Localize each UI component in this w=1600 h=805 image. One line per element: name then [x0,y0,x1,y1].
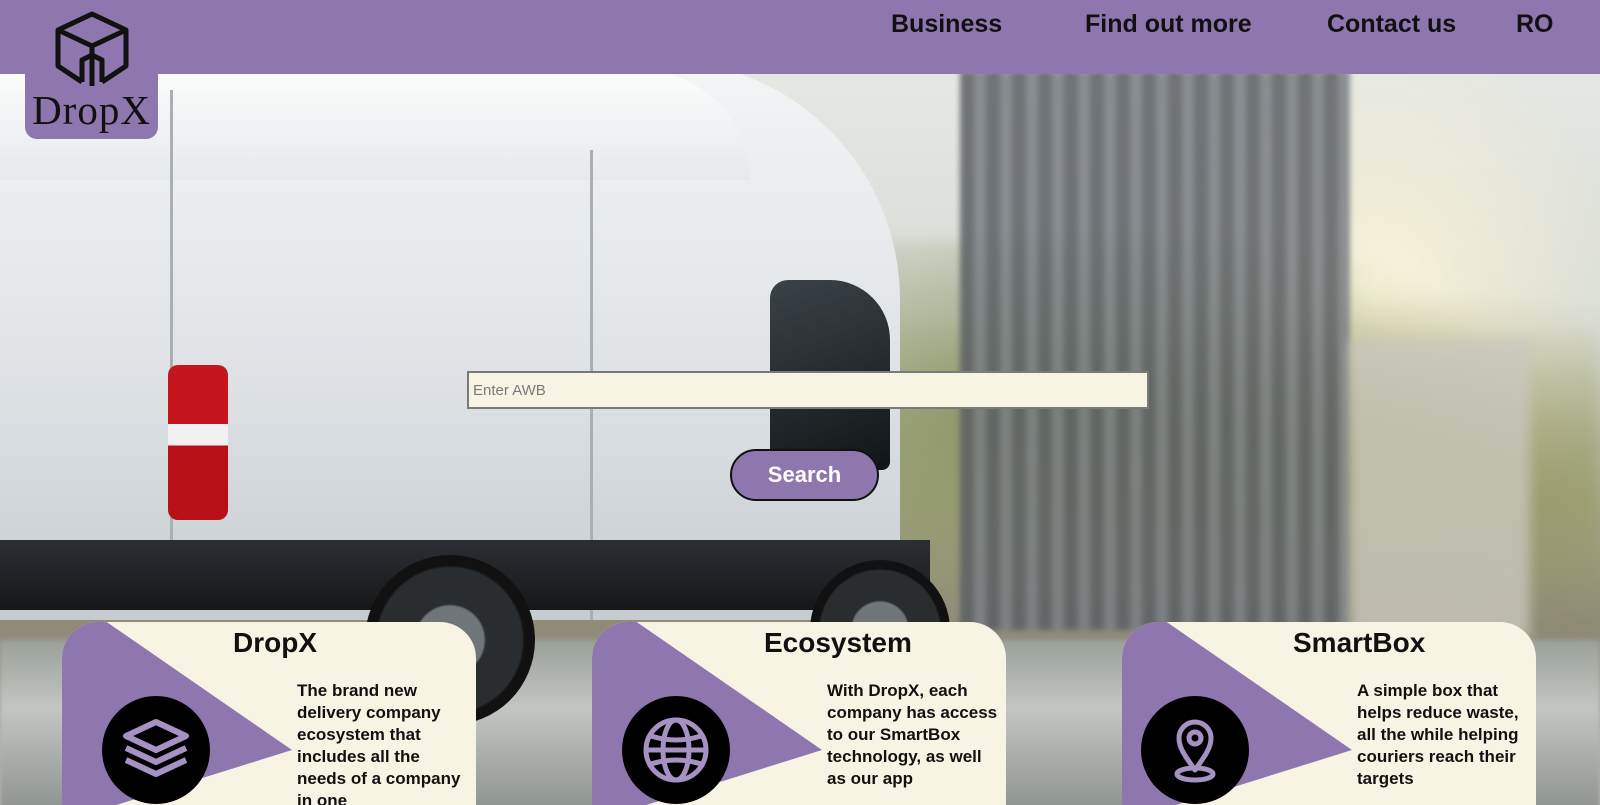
awb-search-input[interactable] [467,371,1149,409]
card-description: With DropX, each company has access to o… [827,681,998,788]
nav-business-link[interactable]: Business [891,10,1002,39]
card-icon-circle [622,696,730,804]
card-description: The brand new delivery company ecosystem… [297,681,461,805]
language-switch-link[interactable]: RO [1516,10,1554,39]
brand-name: DropX [32,87,151,133]
globe-icon [643,717,709,783]
box-logo-icon [55,11,129,86]
card-description: A simple box that helps reduce waste, al… [1357,681,1519,788]
feature-card-dropx: DropX The brand new delivery company eco… [62,622,476,805]
feature-card-smartbox: SmartBox A simple box that helps reduce … [1122,622,1536,805]
card-icon-circle [1141,696,1249,804]
brand-logo[interactable]: DropX [25,0,158,139]
layers-icon [123,719,189,777]
location-pin-icon [1174,719,1216,783]
nav-find-out-more-link[interactable]: Find out more [1085,10,1252,39]
nav-contact-us-link[interactable]: Contact us [1327,10,1456,39]
card-title: Ecosystem [764,627,912,658]
search-button[interactable]: Search [730,449,879,501]
card-title: SmartBox [1293,627,1426,658]
feature-card-ecosystem: Ecosystem With DropX, each company has a… [592,622,1006,805]
card-title: DropX [233,627,317,658]
card-icon-circle [102,696,210,804]
